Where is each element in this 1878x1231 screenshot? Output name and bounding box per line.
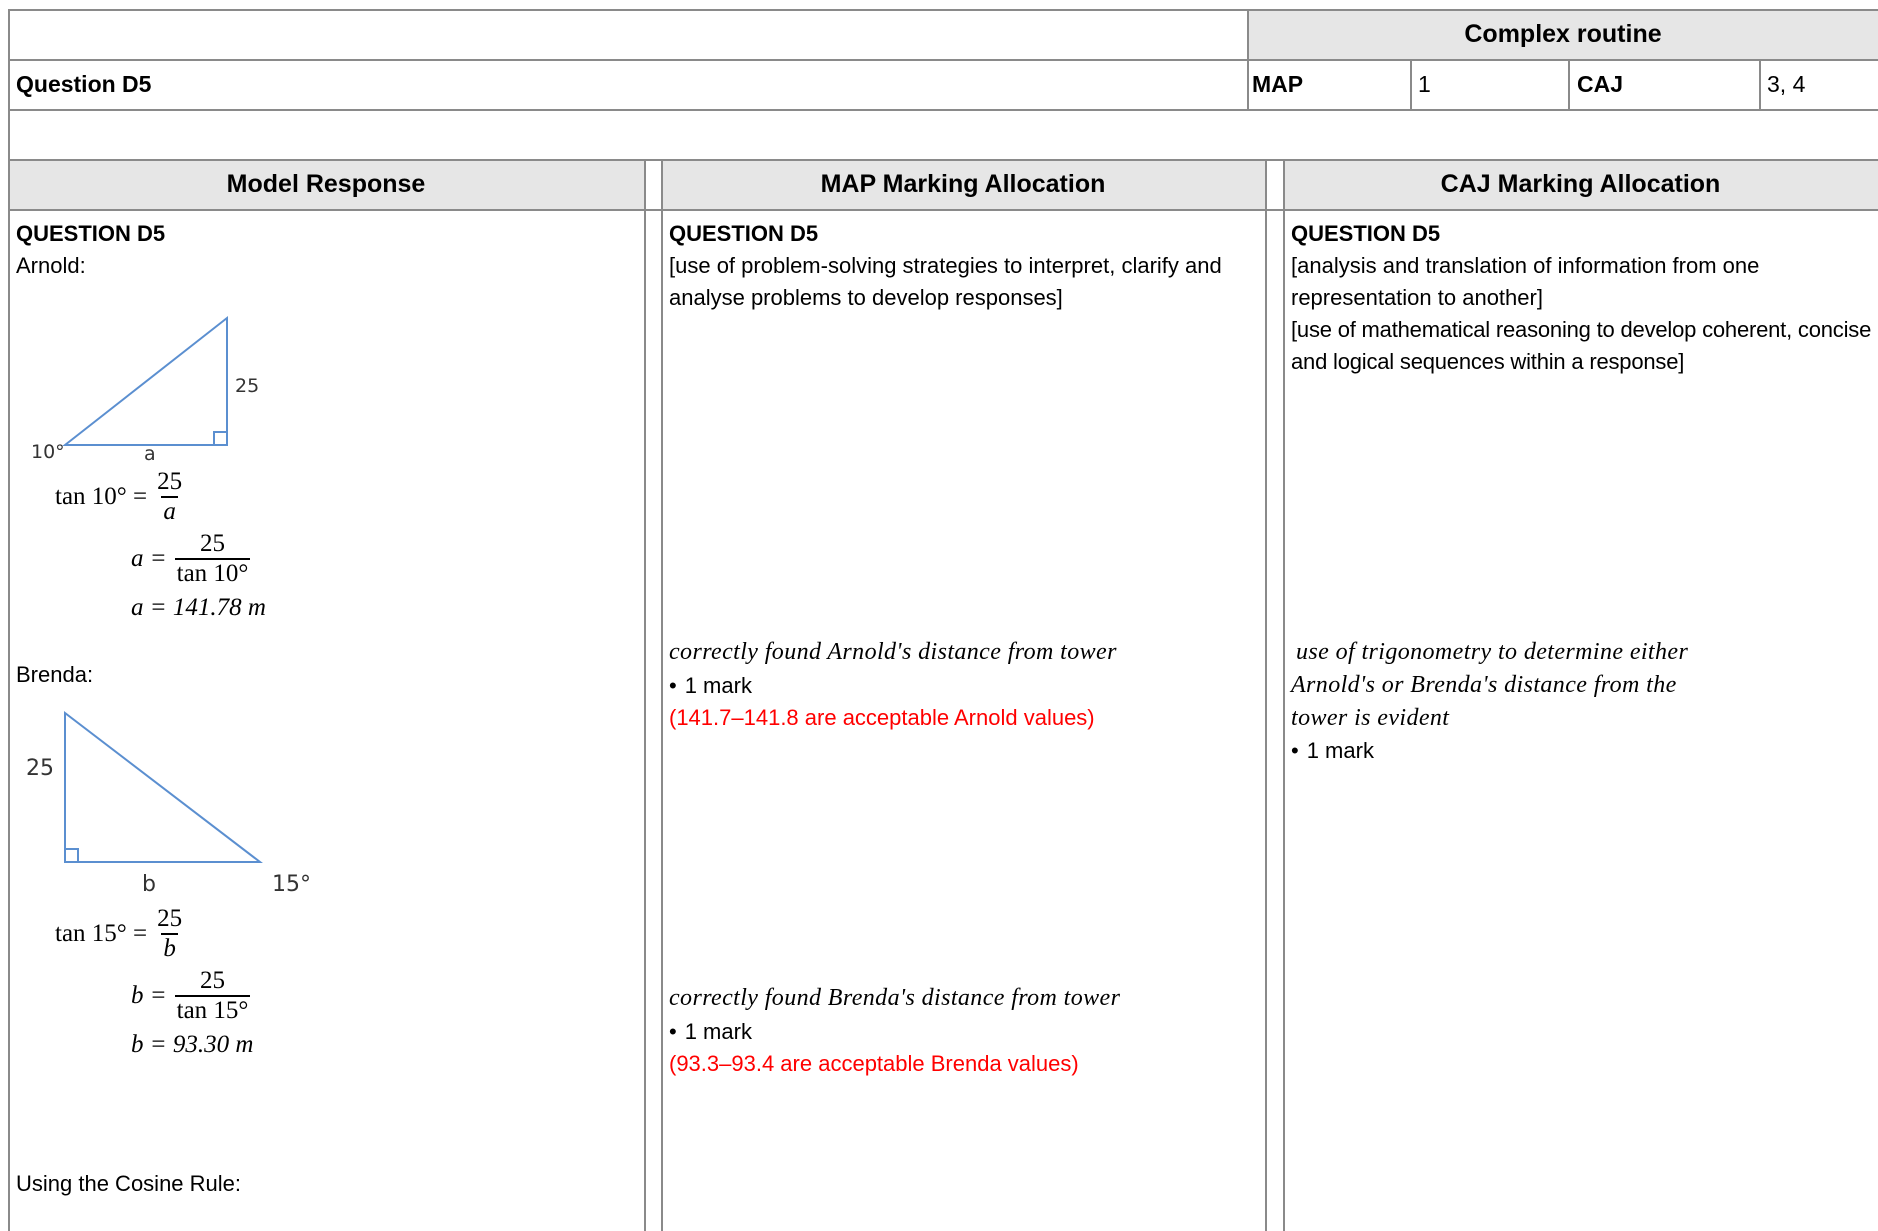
arnold-equation-3: a = 141.78 m	[131, 594, 266, 621]
arnold-eq1-num: 25	[157, 468, 183, 495]
brenda-eq1-num: 25	[157, 905, 183, 932]
brenda-eq1-lhs: tan 15° =	[55, 920, 148, 947]
map-arnold-mark: 1 mark	[669, 670, 752, 702]
grid-v-caj-val	[1759, 59, 1761, 110]
model-question: QUESTION D5	[16, 221, 166, 246]
brenda-adjacent-label: b	[142, 872, 156, 897]
grid-v-col2-right	[1265, 159, 1267, 1231]
gap-fill-1	[645, 160, 661, 210]
arnold-angle-label: 10°	[31, 441, 65, 463]
caj-criteria-1: [analysis and translation of information…	[1291, 253, 1760, 310]
map-arnold-note: (141.7–141.8 are acceptable Arnold value…	[669, 705, 1095, 730]
arnold-eq1-lhs: tan 10° =	[55, 483, 148, 510]
caj-criterion-line-3: tower is evident	[1291, 705, 1450, 731]
grid-v-caj-label	[1568, 59, 1570, 110]
brenda-triangle: 25 15° b	[26, 710, 311, 897]
question-label: Question D5	[16, 71, 152, 97]
arnold-equation-1: tan 10° = 25 a	[55, 468, 184, 526]
brenda-equation-1: tan 15° = 25 b	[55, 905, 184, 963]
brenda-eq2-den: tan 15°	[174, 995, 251, 1024]
gap-fill-2	[1266, 160, 1284, 210]
arnold-triangle: 25 10° a	[31, 315, 259, 465]
map-brenda-mark: 1 mark	[669, 1016, 752, 1048]
brenda-angle-label: 15°	[272, 872, 311, 897]
brenda-eq2-num: 25	[200, 967, 226, 994]
brenda-eq2-lhs: b =	[131, 982, 167, 1009]
caj-criterion-line-2: Arnold's or Brenda's distance from the	[1291, 672, 1677, 698]
map-arnold-criterion: correctly found Arnold's distance from t…	[669, 639, 1117, 665]
brenda-label: Brenda:	[16, 662, 94, 687]
grid-v-map-val	[1410, 59, 1412, 110]
cosine-rule-label: Using the Cosine Rule:	[16, 1171, 242, 1196]
arnold-eq1-den: a	[161, 496, 178, 525]
arnold-label: Arnold:	[16, 253, 86, 278]
map-value: 1	[1418, 71, 1431, 97]
brenda-opposite-label: 25	[26, 756, 54, 781]
grid-v-col2-left	[661, 159, 663, 1231]
caj-mark: 1 mark	[1291, 735, 1374, 767]
grid-row3	[8, 159, 1878, 161]
map-brenda-note: (93.3–93.4 are acceptable Brenda values)	[669, 1051, 1079, 1076]
grid-top	[8, 9, 1878, 11]
grid-v-col1-right	[644, 159, 646, 1231]
arnold-opposite-label: 25	[235, 375, 259, 397]
grid-v-col3-left	[1283, 159, 1285, 1231]
caj-criterion-line-1: use of trigonometry to determine either	[1296, 639, 1689, 665]
grid-row1	[8, 59, 1878, 61]
map-allocation-header: MAP Marking Allocation	[820, 170, 1106, 198]
map-label: MAP	[1252, 71, 1304, 97]
arnold-eq2-den: tan 10°	[174, 558, 251, 587]
caj-criteria-2: [use of mathematical reasoning to develo…	[1291, 317, 1872, 374]
caj-label: CAJ	[1577, 71, 1624, 97]
brenda-eq1-den: b	[161, 933, 178, 962]
brenda-equation-2: b = 25 tan 15°	[131, 967, 251, 1025]
arnold-equation-2: a = 25 tan 10°	[131, 530, 251, 588]
caj-value: 3, 4	[1767, 71, 1806, 97]
arnold-eq2-num: 25	[200, 530, 226, 557]
model-response-header: Model Response	[226, 170, 426, 198]
brenda-equation-3: b = 93.30 m	[131, 1031, 254, 1058]
grid-row2	[8, 109, 1878, 111]
grid-row4	[8, 209, 1878, 211]
arnold-adjacent-label: a	[144, 443, 156, 465]
caj-question: QUESTION D5	[1291, 221, 1441, 246]
routine-label: Complex routine	[1464, 20, 1662, 48]
map-criteria: [use of problem-solving strategies to in…	[669, 253, 1222, 310]
map-brenda-criterion: correctly found Brenda's distance from t…	[669, 985, 1121, 1011]
arnold-eq2-lhs: a =	[131, 545, 167, 572]
caj-allocation-header: CAJ Marking Allocation	[1440, 170, 1721, 198]
map-question: QUESTION D5	[669, 221, 819, 246]
